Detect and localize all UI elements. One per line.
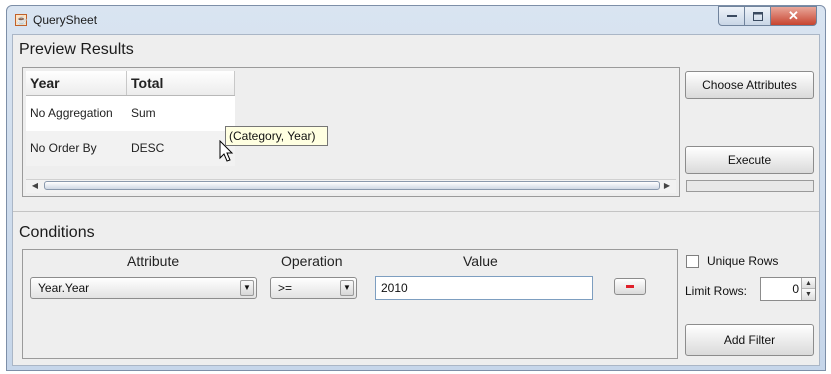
operation-dropdown[interactable]: >= ▼ [270, 277, 357, 299]
app-window: ☕ QuerySheet ✕ Preview Results Year Tota… [6, 5, 826, 371]
scroll-right-icon[interactable]: ▶ [660, 180, 674, 192]
unique-rows-option[interactable]: Unique Rows [686, 253, 778, 269]
preview-results-title: Preview Results [19, 41, 134, 58]
close-button[interactable]: ✕ [771, 6, 817, 26]
main-panel: Preview Results Year Total No Aggregatio… [12, 34, 820, 366]
spinner-buttons: ▲ ▼ [801, 278, 815, 300]
maximize-icon [752, 11, 763, 21]
minimize-button[interactable] [718, 6, 745, 26]
unique-rows-label: Unique Rows [707, 254, 779, 268]
scroll-left-icon[interactable]: ◀ [28, 180, 42, 192]
column-header-total[interactable]: Total [127, 71, 235, 95]
java-icon: ☕ [15, 14, 28, 26]
value-column-header: Value [463, 253, 498, 269]
remove-filter-button[interactable] [614, 278, 646, 295]
window-controls: ✕ [718, 6, 817, 28]
execute-button[interactable]: Execute [685, 146, 814, 174]
value-input[interactable]: 2010 [375, 276, 593, 300]
close-icon: ✕ [788, 8, 799, 23]
title-bar[interactable]: ☕ QuerySheet ✕ [7, 6, 825, 34]
maximize-button[interactable] [745, 6, 771, 26]
section-divider [13, 211, 819, 212]
column-tooltip: (Category, Year) [225, 126, 328, 146]
spinner-up-icon[interactable]: ▲ [802, 278, 815, 289]
add-filter-button[interactable]: Add Filter [685, 324, 814, 356]
limit-rows-label: Limit Rows: [685, 284, 748, 298]
limit-rows-value[interactable]: 0 [792, 278, 799, 300]
table-row[interactable]: No Order By DESC [26, 131, 235, 166]
attribute-dropdown[interactable]: Year.Year ▼ [30, 277, 257, 299]
attribute-selected: Year.Year [38, 281, 90, 295]
minimize-icon [726, 15, 737, 17]
spinner-down-icon[interactable]: ▼ [802, 289, 815, 300]
table-cell[interactable]: No Order By [26, 131, 127, 166]
unique-rows-checkbox[interactable] [686, 254, 699, 268]
table-row[interactable]: No Aggregation Sum [26, 96, 235, 131]
operation-selected: >= [278, 281, 293, 295]
progress-bar [686, 180, 814, 192]
scrollbar-thumb[interactable] [44, 181, 660, 190]
limit-rows-spinner[interactable]: 0 ▲ ▼ [760, 277, 816, 301]
conditions-panel: Attribute Operation Value Year.Year ▼ >=… [22, 249, 678, 359]
table-cell[interactable]: Sum [127, 96, 235, 131]
results-table: Year Total No Aggregation Sum No Order B… [26, 71, 235, 166]
horizontal-scrollbar[interactable]: ◀ ▶ [26, 179, 676, 193]
chevron-down-icon[interactable]: ▼ [340, 280, 354, 296]
chevron-down-icon[interactable]: ▼ [240, 280, 254, 296]
column-header-year[interactable]: Year [26, 71, 127, 95]
table-cell[interactable]: No Aggregation [26, 96, 127, 131]
operation-column-header: Operation [281, 253, 343, 269]
conditions-title: Conditions [19, 224, 95, 241]
choose-attributes-button[interactable]: Choose Attributes [685, 71, 814, 99]
table-header: Year Total [26, 71, 235, 96]
attribute-column-header: Attribute [127, 253, 180, 269]
minus-icon [626, 285, 634, 288]
window-title: QuerySheet [33, 13, 98, 27]
results-table-panel: Year Total No Aggregation Sum No Order B… [22, 67, 680, 197]
